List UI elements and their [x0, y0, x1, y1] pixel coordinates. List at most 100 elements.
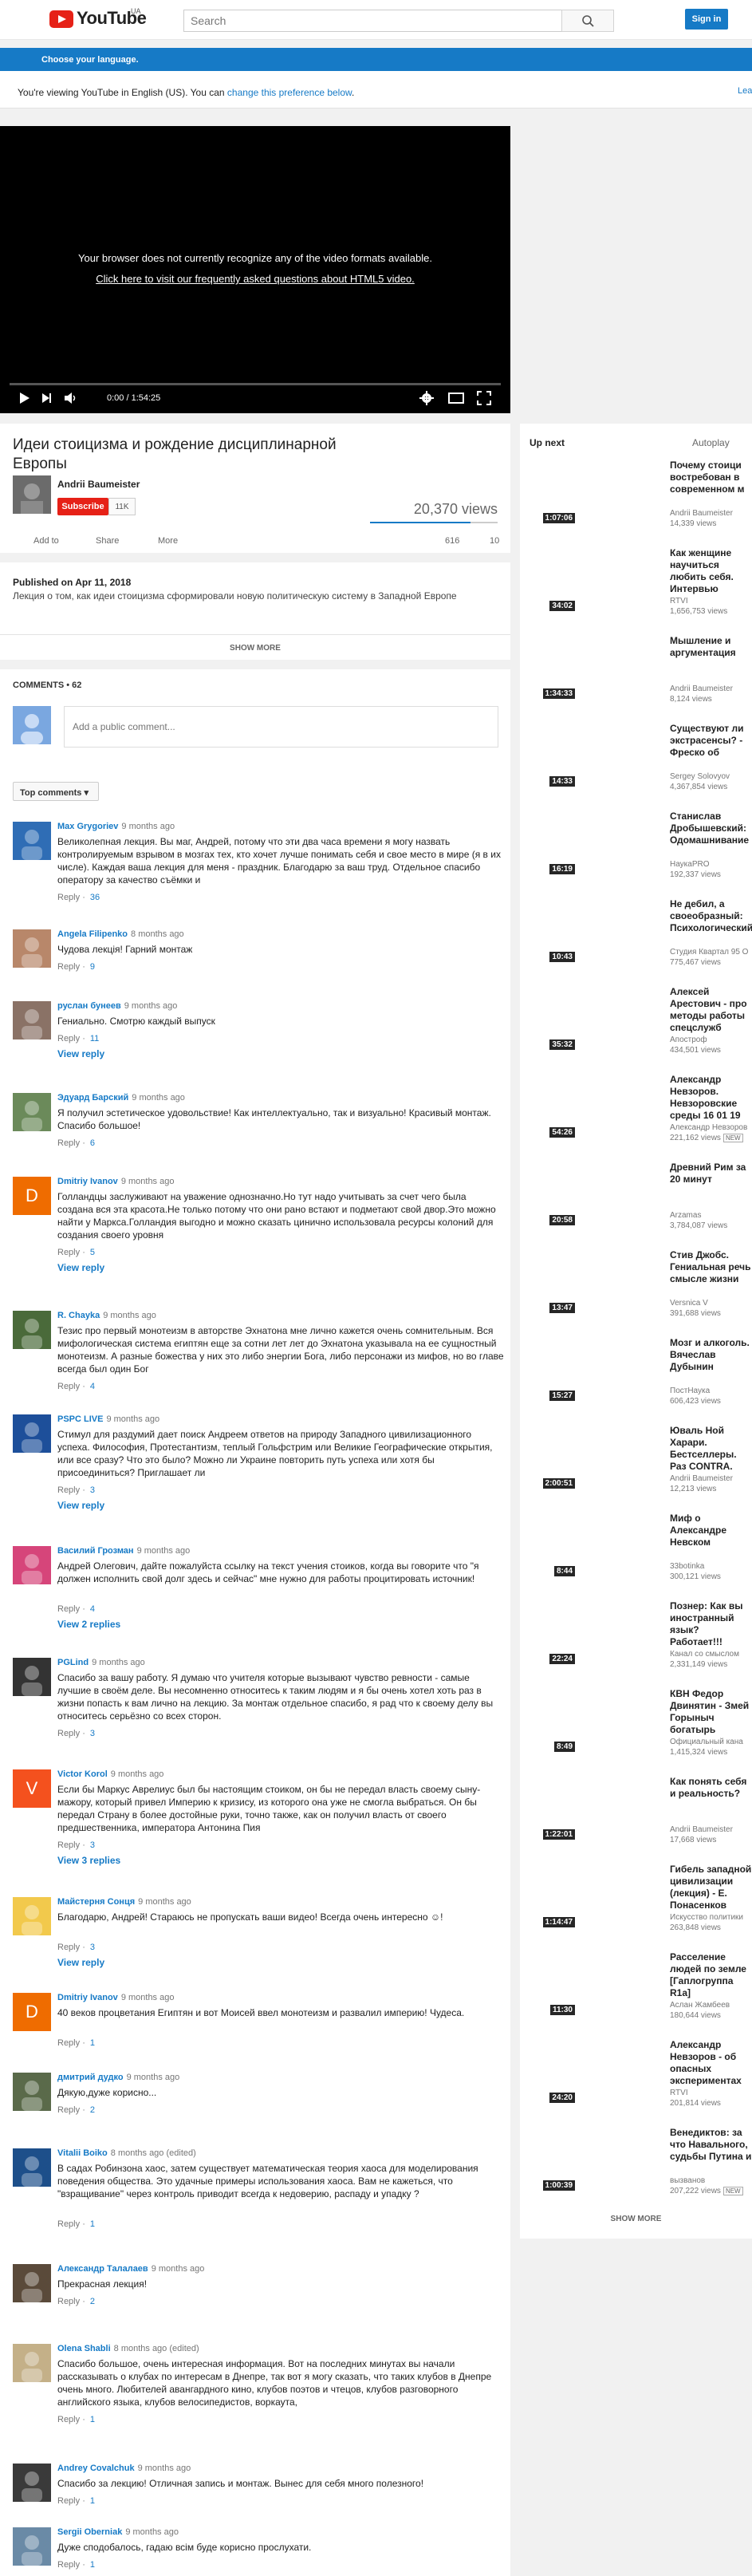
comment-like-count[interactable]: 1 [90, 2415, 95, 2424]
comment-author[interactable]: руслан бунеев [57, 1001, 121, 1011]
reply-button[interactable]: Reply [57, 1943, 80, 1952]
progress-bar[interactable] [10, 383, 501, 385]
video-thumbnail[interactable]: 8:44 [530, 1513, 663, 1588]
reply-button[interactable]: Reply [57, 962, 80, 972]
comment-like-count[interactable]: 6 [90, 1138, 95, 1148]
comment-author[interactable]: Василий Грозман [57, 1546, 134, 1556]
add-to-button[interactable]: Add to [33, 536, 59, 546]
view-replies-link[interactable]: View 2 replies [57, 1619, 120, 1630]
comment-author[interactable]: Max Grygoriev [57, 822, 118, 831]
related-video-title[interactable]: Станислав Дробышевский: Одомашнивание [670, 811, 752, 858]
share-button[interactable]: Share [96, 536, 119, 546]
settings-gear-icon[interactable] [419, 391, 434, 405]
video-thumbnail[interactable]: 22:24 [530, 1600, 663, 1675]
related-video-title[interactable]: Не дебил, а своеобразный: Психологически… [670, 898, 752, 946]
comment-like-count[interactable]: 3 [90, 1729, 95, 1738]
reply-button[interactable]: Reply [57, 2496, 80, 2506]
reply-button[interactable]: Reply [57, 2219, 80, 2229]
video-thumbnail[interactable]: 1:34:33 [530, 635, 663, 710]
commenter-avatar[interactable] [13, 2148, 51, 2187]
commenter-avatar[interactable] [13, 1311, 51, 1349]
related-video-item[interactable]: 20:58 Древний Рим за 20 минут Arzamas 3,… [530, 1162, 752, 1249]
related-video-item[interactable]: 1:22:01 Как понять себя и реальность? An… [530, 1776, 752, 1864]
related-video-item[interactable]: 34:02 Как женщине научиться любить себя.… [530, 547, 752, 635]
comment-like-count[interactable]: 1 [90, 2038, 95, 2048]
related-video-item[interactable]: 35:32 Алексей Арестович - про методы раб… [530, 986, 752, 1074]
subscribe-button[interactable]: Subscribe [57, 498, 108, 515]
video-thumbnail[interactable]: 1:22:01 [530, 1776, 663, 1851]
related-video-item[interactable]: 15:27 Мозг и алкоголь. Вячеслав Дубынин … [530, 1337, 752, 1425]
related-video-title[interactable]: Существуют ли экстрасенсы? - Фреско об [670, 723, 752, 771]
related-video-item[interactable]: 8:49 КВН Федор Двинятин - Змей Горыныч б… [530, 1688, 752, 1776]
comment-author[interactable]: дмитрий дудко [57, 2073, 124, 2082]
related-video-title[interactable]: Миф о Александре Невском [670, 1513, 752, 1560]
video-thumbnail[interactable]: 10:43 [530, 898, 663, 973]
video-thumbnail[interactable]: 15:27 [530, 1337, 663, 1412]
autoplay-toggle[interactable]: Autoplay [692, 437, 730, 448]
comment-author[interactable]: Майстерня Сонця [57, 1897, 135, 1907]
reply-button[interactable]: Reply [57, 2297, 80, 2306]
reply-button[interactable]: Reply [57, 1034, 80, 1043]
comment-like-count[interactable]: 4 [90, 1382, 95, 1391]
comment-like-count[interactable]: 3 [90, 1485, 95, 1495]
video-thumbnail[interactable]: 11:30 [530, 1951, 663, 2026]
comment-author[interactable]: Angela Filipenko [57, 929, 128, 939]
comment-author[interactable]: Александр Талалаев [57, 2264, 148, 2274]
related-video-item[interactable]: 54:26 Александр Невзоров. Невзоровские с… [530, 1074, 752, 1162]
related-video-item[interactable]: 8:44 Миф о Александре Невском 33botinka … [530, 1513, 752, 1600]
related-video-title[interactable]: Гибель западной цивилизации (лекция) - Е… [670, 1864, 752, 1911]
comment-like-count[interactable]: 4 [90, 1604, 95, 1614]
related-video-title[interactable]: Алексей Арестович - про методы работы сп… [670, 986, 752, 1034]
view-replies-link[interactable]: View reply [57, 1957, 104, 1968]
related-video-title[interactable]: КВН Федор Двинятин - Змей Горыныч богаты… [670, 1688, 752, 1736]
channel-name[interactable]: Andrii Baumeister [57, 479, 140, 490]
related-video-item[interactable]: 2:00:51 Юваль Ной Харари. Бестселлеры. Р… [530, 1425, 752, 1513]
change-language-link[interactable]: change this preference below [227, 87, 352, 98]
search-input[interactable] [183, 10, 562, 32]
comment-author[interactable]: Andrey Covalchuk [57, 2464, 135, 2473]
volume-icon[interactable] [64, 392, 78, 404]
reply-button[interactable]: Reply [57, 893, 80, 902]
related-video-item[interactable]: 14:33 Существуют ли экстрасенсы? - Фреск… [530, 723, 752, 811]
comment-author[interactable]: PGLind [57, 1658, 89, 1667]
reply-button[interactable]: Reply [57, 1729, 80, 1738]
sort-comments-dropdown[interactable]: Top comments ▾ [13, 782, 99, 801]
comment-author[interactable]: Dmitriy Ivanov [57, 1993, 118, 2002]
commenter-avatar[interactable] [13, 822, 51, 860]
search-button[interactable] [561, 10, 614, 32]
related-video-item[interactable]: 1:07:06 Почему стоици востребован в совр… [530, 460, 752, 547]
fullscreen-icon[interactable] [477, 391, 491, 405]
comment-like-count[interactable]: 2 [90, 2297, 95, 2306]
video-thumbnail[interactable]: 2:00:51 [530, 1425, 663, 1500]
commenter-avatar[interactable] [13, 2073, 51, 2111]
video-thumbnail[interactable]: 20:58 [530, 1162, 663, 1237]
related-video-item[interactable]: 22:24 Познер: Как вы иностранный язык? Р… [530, 1600, 752, 1688]
more-button[interactable]: More [158, 536, 178, 546]
dislike-button[interactable]: 10 [490, 536, 499, 546]
comment-author[interactable]: Victor Korol [57, 1769, 108, 1779]
commenter-avatar[interactable] [13, 1093, 51, 1131]
comment-author[interactable]: Эдуард Барский [57, 1093, 128, 1103]
related-video-title[interactable]: Древний Рим за 20 минут [670, 1162, 752, 1209]
related-video-item[interactable]: 11:30 Расселение людей по земле [Гаплогр… [530, 1951, 752, 2039]
comment-like-count[interactable]: 11 [90, 1034, 99, 1043]
sidebar-show-more[interactable]: SHOW MORE [520, 2215, 752, 2223]
video-thumbnail[interactable]: 54:26 [530, 1074, 663, 1149]
view-replies-link[interactable]: View reply [57, 1500, 104, 1511]
reply-button[interactable]: Reply [57, 2105, 80, 2115]
video-thumbnail[interactable]: 13:47 [530, 1249, 663, 1324]
commenter-avatar[interactable] [13, 1897, 51, 1935]
video-thumbnail[interactable]: 14:33 [530, 723, 663, 798]
commenter-avatar[interactable]: V [13, 1769, 51, 1808]
related-video-item[interactable]: 1:00:39 Венедиктов: за что Навального, с… [530, 2127, 752, 2215]
commenter-avatar[interactable] [13, 2464, 51, 2502]
view-replies-link[interactable]: View reply [57, 1048, 104, 1059]
video-thumbnail[interactable]: 8:49 [530, 1688, 663, 1763]
reply-button[interactable]: Reply [57, 1604, 80, 1614]
view-replies-link[interactable]: View reply [57, 1262, 104, 1273]
related-video-item[interactable]: 24:20 Александр Невзоров - об опасных эк… [530, 2039, 752, 2127]
reply-button[interactable]: Reply [57, 2038, 80, 2048]
commenter-avatar[interactable] [13, 1546, 51, 1584]
reply-button[interactable]: Reply [57, 1840, 80, 1850]
description-show-more[interactable]: SHOW MORE [0, 634, 510, 660]
